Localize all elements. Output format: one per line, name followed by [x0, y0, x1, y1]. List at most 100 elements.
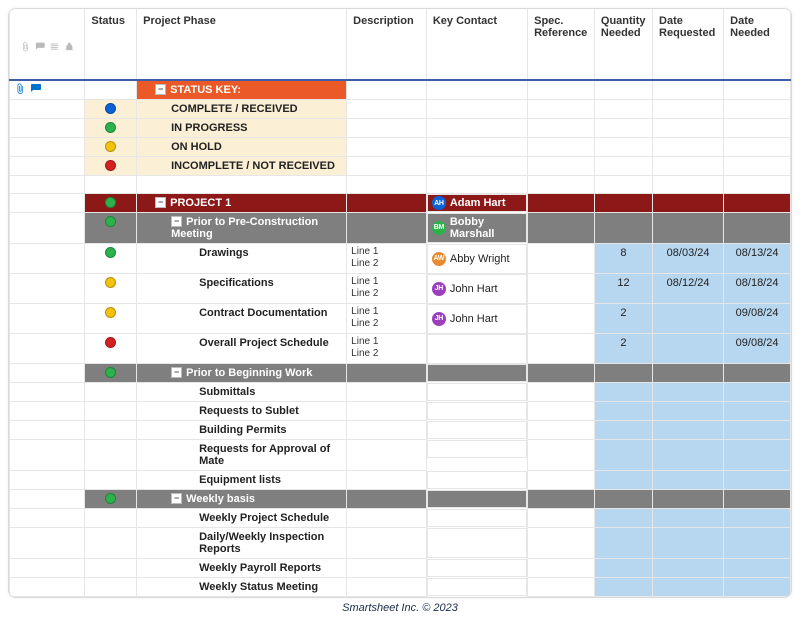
date-needed-cell[interactable]: 09/08/24 [724, 334, 791, 364]
status-cell[interactable] [85, 509, 137, 528]
spec-cell[interactable] [528, 528, 595, 559]
status-cell[interactable] [85, 559, 137, 578]
row-gutter[interactable] [10, 138, 85, 157]
contact-cell[interactable]: AH Adam Hart [427, 194, 527, 212]
contact-cell[interactable] [427, 383, 527, 401]
col-spec[interactable]: Spec. Reference [528, 9, 595, 80]
spec-cell[interactable] [528, 559, 595, 578]
row-gutter[interactable] [10, 157, 85, 176]
status-cell[interactable] [85, 213, 137, 244]
collapse-icon[interactable]: − [171, 367, 182, 378]
date-needed-cell[interactable] [724, 559, 791, 578]
qty-cell[interactable]: 12 [594, 274, 652, 304]
qty-cell[interactable] [594, 440, 652, 471]
status-cell[interactable] [85, 194, 137, 213]
status-cell[interactable] [85, 157, 137, 176]
status-cell[interactable] [85, 119, 137, 138]
collapse-icon[interactable]: − [155, 197, 166, 208]
status-cell[interactable] [85, 440, 137, 471]
col-status[interactable]: Status [85, 9, 137, 80]
phase-cell[interactable]: Weekly Status Meeting [137, 578, 347, 597]
spec-cell[interactable] [528, 421, 595, 440]
grid-table[interactable]: Status Project Phase Description Key Con… [9, 9, 791, 597]
qty-cell[interactable]: 8 [594, 244, 652, 274]
desc-cell[interactable]: Line 1Line 2 [347, 334, 427, 364]
contact-cell[interactable] [427, 334, 527, 364]
status-cell[interactable] [85, 578, 137, 597]
date-requested-cell[interactable] [653, 578, 724, 597]
desc-cell[interactable] [347, 578, 427, 597]
status-cell[interactable] [85, 490, 137, 509]
contact-cell[interactable] [427, 402, 527, 420]
collapse-icon[interactable]: − [171, 493, 182, 504]
contact-cell[interactable]: JHJohn Hart [427, 304, 527, 334]
status-cell[interactable] [85, 421, 137, 440]
date-requested-cell[interactable] [653, 402, 724, 421]
row-gutter[interactable] [10, 578, 85, 597]
qty-cell[interactable] [594, 578, 652, 597]
desc-cell[interactable] [347, 440, 427, 471]
row-gutter[interactable] [10, 383, 85, 402]
contact-cell[interactable] [427, 364, 527, 382]
status-cell[interactable] [85, 471, 137, 490]
qty-cell[interactable] [594, 402, 652, 421]
row-gutter[interactable] [10, 304, 85, 334]
row-gutter[interactable] [10, 80, 85, 100]
date-requested-cell[interactable]: 08/12/24 [653, 274, 724, 304]
status-cell[interactable] [85, 274, 137, 304]
comment-icon[interactable] [30, 83, 42, 95]
col-dreq[interactable]: Date Requested [653, 9, 724, 80]
phase-cell[interactable]: Specifications [137, 274, 347, 304]
contact-cell[interactable] [427, 578, 527, 596]
col-contact[interactable]: Key Contact [426, 9, 527, 80]
desc-cell[interactable] [347, 471, 427, 490]
collapse-icon[interactable]: − [171, 216, 182, 227]
desc-cell[interactable] [347, 402, 427, 421]
date-requested-cell[interactable] [653, 334, 724, 364]
row-gutter[interactable] [10, 194, 85, 213]
desc-cell[interactable]: Line 1Line 2 [347, 244, 427, 274]
status-key-label[interactable]: COMPLETE / RECEIVED [137, 100, 347, 119]
phase-cell[interactable]: Daily/Weekly Inspection Reports [137, 528, 347, 559]
status-cell[interactable] [85, 304, 137, 334]
row-gutter[interactable] [10, 509, 85, 528]
section-title[interactable]: −Prior to Pre-Construction Meeting [137, 213, 347, 244]
project-title[interactable]: −PROJECT 1 [137, 194, 347, 213]
desc-cell[interactable] [347, 559, 427, 578]
status-cell[interactable] [85, 383, 137, 402]
row-gutter[interactable] [10, 100, 85, 119]
spec-cell[interactable] [528, 402, 595, 421]
contact-cell[interactable] [427, 528, 527, 558]
spec-cell[interactable] [528, 440, 595, 471]
status-key-label[interactable]: INCOMPLETE / NOT RECEIVED [137, 157, 347, 176]
status-key-title[interactable]: −STATUS KEY: [137, 80, 347, 100]
date-requested-cell[interactable] [653, 471, 724, 490]
desc-cell[interactable] [347, 383, 427, 402]
status-cell[interactable] [85, 138, 137, 157]
row-gutter[interactable] [10, 176, 85, 194]
phase-cell[interactable]: Building Permits [137, 421, 347, 440]
status-cell[interactable] [85, 364, 137, 383]
date-needed-cell[interactable] [724, 402, 791, 421]
date-needed-cell[interactable]: 08/13/24 [724, 244, 791, 274]
date-needed-cell[interactable] [724, 440, 791, 471]
row-gutter[interactable] [10, 244, 85, 274]
spec-cell[interactable] [528, 244, 595, 274]
status-cell[interactable] [85, 528, 137, 559]
spec-cell[interactable] [528, 334, 595, 364]
spec-cell[interactable] [528, 578, 595, 597]
row-gutter[interactable] [10, 334, 85, 364]
row-gutter[interactable] [10, 559, 85, 578]
phase-cell[interactable]: Weekly Project Schedule [137, 509, 347, 528]
qty-cell[interactable] [594, 383, 652, 402]
spec-cell[interactable] [528, 274, 595, 304]
desc-cell[interactable] [347, 528, 427, 559]
date-needed-cell[interactable] [724, 509, 791, 528]
row-gutter[interactable] [10, 471, 85, 490]
qty-cell[interactable]: 2 [594, 334, 652, 364]
spec-cell[interactable] [528, 304, 595, 334]
date-requested-cell[interactable] [653, 383, 724, 402]
row-gutter[interactable] [10, 528, 85, 559]
qty-cell[interactable]: 2 [594, 304, 652, 334]
contact-cell[interactable]: AWAbby Wright [427, 244, 527, 274]
